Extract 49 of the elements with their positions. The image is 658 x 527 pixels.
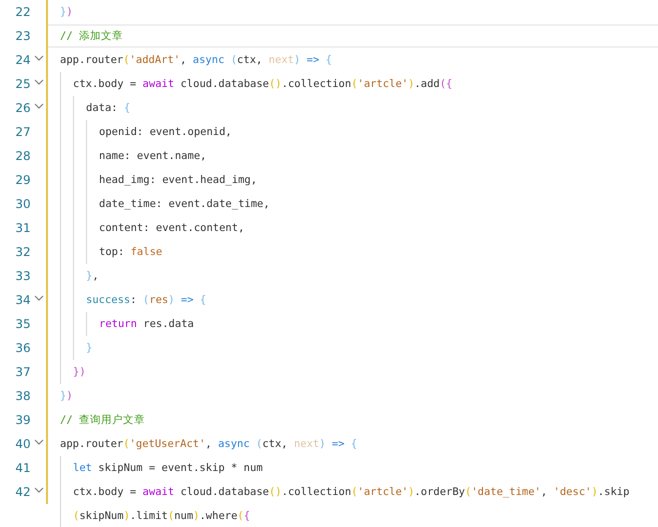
- fold-chevron-icon[interactable]: [34, 439, 44, 445]
- line-number: 37: [14, 365, 31, 379]
- code-line: app.router('getUserAct', async (ctx, next) => {: [60, 438, 358, 450]
- line-number: 24: [14, 53, 31, 67]
- line-number: 23: [14, 29, 31, 43]
- line-number: 33: [14, 269, 31, 283]
- fold-chevron-icon[interactable]: [34, 295, 44, 301]
- fold-chevron-icon[interactable]: [34, 487, 44, 493]
- code-line: // 添加文章: [60, 29, 123, 43]
- code-line: data: {: [86, 102, 130, 114]
- code-line: return res.data: [99, 318, 194, 330]
- line-number: 42: [14, 485, 31, 499]
- code-line: ctx.body = await cloud.database().collection('artcle').orderBy('date_time', 'desc').skip: [73, 486, 630, 498]
- code-line: }): [73, 366, 86, 378]
- code-line: success: (res) => {: [86, 294, 206, 306]
- line-number: 29: [14, 173, 31, 187]
- code-line: let skipNum = event.skip * num: [73, 462, 263, 474]
- line-number: 35: [14, 317, 31, 331]
- line-number: 22: [14, 5, 31, 19]
- line-number: 41: [14, 461, 31, 475]
- code-line: date_time: event.date_time,: [99, 198, 270, 210]
- code-line: (skipNum).limit(num).where({: [73, 510, 250, 522]
- code-line: top: false: [99, 246, 162, 258]
- code-line: ctx.body = await cloud.database().collection('artcle').add({: [73, 78, 452, 90]
- line-number: 40: [14, 437, 31, 451]
- code-line: name: event.name,: [99, 150, 206, 162]
- code-line: },: [86, 270, 99, 282]
- line-number: 34: [14, 293, 31, 307]
- line-number: 36: [14, 341, 31, 355]
- line-number: 26: [14, 101, 31, 115]
- line-number: 25: [14, 77, 31, 91]
- fold-chevron-icon[interactable]: [34, 103, 44, 109]
- code-line: }): [60, 390, 73, 402]
- fold-chevron-icon[interactable]: [34, 79, 44, 85]
- fold-chevron-icon[interactable]: [34, 55, 44, 61]
- line-number: 28: [14, 149, 31, 163]
- code-line: }): [60, 6, 73, 18]
- line-number: 30: [14, 197, 31, 211]
- code-line: // 查询用户文章: [60, 413, 145, 427]
- code-line: openid: event.openid,: [99, 126, 232, 138]
- code-line: }: [86, 342, 92, 354]
- code-line: content: event.content,: [99, 222, 244, 234]
- line-number: 32: [14, 245, 31, 259]
- line-number: 31: [14, 221, 31, 235]
- line-number: 27: [14, 125, 31, 139]
- code-line: app.router('addArt', async (ctx, next) => {: [60, 54, 332, 66]
- code-line: head_img: event.head_img,: [99, 174, 258, 186]
- line-number: 39: [14, 413, 31, 427]
- line-number: 38: [14, 389, 31, 403]
